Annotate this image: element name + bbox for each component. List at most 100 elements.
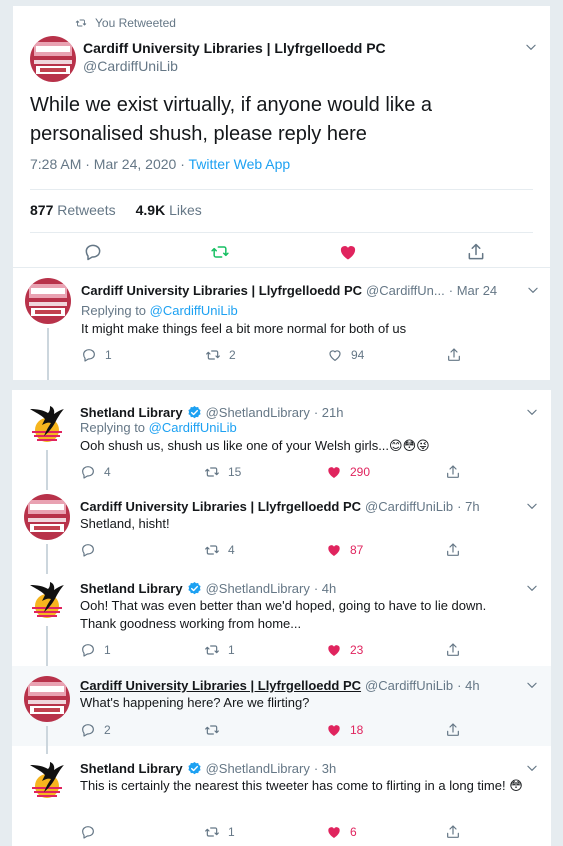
retweet-icon [204, 722, 220, 738]
tweet-time[interactable]: · 7h [457, 499, 479, 514]
author-handle[interactable]: @ShetlandLibrary [206, 761, 310, 776]
retweet-button[interactable] [210, 242, 230, 262]
retweet-button[interactable]: 4 [204, 542, 235, 558]
share-button[interactable] [445, 722, 461, 738]
reply-tweet[interactable]: Cardiff University Libraries | Llyfrgell… [12, 666, 551, 754]
likes-stat[interactable]: 4.9K Likes [136, 202, 202, 218]
share-icon [445, 642, 461, 658]
reply-button[interactable]: 1 [81, 347, 112, 363]
tweet-text: Ooh! That was even better than we'd hope… [80, 598, 487, 631]
conversation-thread: Shetland Library @ShetlandLibrary · 21h … [12, 390, 551, 846]
author-handle[interactable]: @ShetlandLibrary [206, 581, 310, 596]
reply-button[interactable]: 2 [80, 722, 111, 738]
reply-tweet[interactable]: Shetland Library @ShetlandLibrary · 4h O… [12, 566, 551, 674]
reply-button[interactable]: 1 [80, 642, 111, 658]
like-button[interactable]: 87 [326, 542, 363, 558]
like-button[interactable]: 94 [327, 347, 364, 363]
author-name[interactable]: Cardiff University Libraries | Llyfrgell… [80, 678, 361, 693]
reply-button[interactable]: 4 [80, 464, 111, 480]
author-handle[interactable]: @CardiffUniLib [365, 499, 453, 514]
tweet-text: Shetland, hisht! [80, 516, 170, 531]
avatar[interactable] [25, 278, 71, 324]
author-name[interactable]: Shetland Library [80, 761, 183, 776]
chevron-down-icon[interactable] [525, 499, 539, 513]
chevron-down-icon[interactable] [525, 678, 539, 692]
retweet-notice: You Retweeted [75, 16, 176, 30]
retweet-icon [204, 824, 220, 840]
retweet-button[interactable]: 15 [204, 464, 241, 480]
avatar[interactable] [30, 36, 76, 82]
tweet-time[interactable]: · 4h [457, 678, 479, 693]
reply-button[interactable] [80, 824, 104, 840]
author-handle[interactable]: @ShetlandLibrary [206, 405, 310, 420]
avatar[interactable] [24, 576, 70, 622]
like-button[interactable]: 23 [326, 642, 363, 658]
tweet-text: What's happening here? Are we flirting? [80, 695, 310, 710]
chevron-down-icon[interactable] [524, 40, 538, 54]
tweet-actions: 2 18 [80, 722, 480, 740]
avatar[interactable] [24, 756, 70, 802]
retweet-button[interactable] [204, 722, 228, 738]
retweet-button[interactable]: 1 [204, 824, 235, 840]
divider [30, 189, 533, 190]
share-button[interactable] [445, 464, 461, 480]
author-name[interactable]: Cardiff University Libraries | Llyfrgell… [81, 283, 362, 298]
tweet-actions: 1 6 [80, 824, 480, 842]
retweet-icon [75, 17, 87, 29]
avatar[interactable] [24, 676, 70, 722]
author-name[interactable]: Cardiff University Libraries | Llyfrgell… [80, 499, 361, 514]
retweet-icon [204, 542, 220, 558]
share-icon [446, 347, 462, 363]
mention-link[interactable]: @CardiffUniLib [150, 303, 238, 318]
reply-tweet[interactable]: Cardiff University Libraries | Llyfrgell… [12, 484, 551, 574]
chevron-down-icon[interactable] [526, 283, 540, 297]
author-name[interactable]: Shetland Library [80, 405, 183, 420]
heart-icon [326, 464, 342, 480]
tweet-time[interactable]: · 3h [314, 761, 336, 776]
avatar[interactable] [24, 494, 70, 540]
share-button[interactable] [446, 347, 462, 363]
divider [30, 232, 533, 233]
author-name[interactable]: Cardiff University Libraries | Llyfrgell… [83, 40, 386, 56]
tweet-time[interactable]: · Mar 24 [449, 283, 497, 298]
author-handle[interactable]: @CardiffUn... [366, 283, 445, 298]
reply-button[interactable] [80, 542, 104, 558]
heart-icon [326, 824, 342, 840]
avatar[interactable] [24, 400, 70, 446]
reply-tweet[interactable]: Shetland Library @ShetlandLibrary · 21h … [12, 390, 551, 490]
like-button[interactable] [338, 242, 358, 262]
share-button[interactable] [445, 824, 461, 840]
share-button[interactable] [466, 242, 486, 262]
reply-button[interactable] [83, 242, 103, 262]
tweet-time[interactable]: · 4h [314, 581, 336, 596]
reply-icon [80, 642, 96, 658]
heart-icon [338, 242, 358, 262]
share-button[interactable] [445, 542, 461, 558]
reply-tweet[interactable]: Cardiff University Libraries | Llyfrgell… [12, 268, 551, 381]
reply-icon [80, 542, 96, 558]
like-button[interactable]: 290 [326, 464, 370, 480]
like-button[interactable]: 6 [326, 824, 357, 840]
retweet-button[interactable]: 1 [204, 642, 235, 658]
tweet-client-link[interactable]: Twitter Web App [189, 156, 291, 172]
reply-tweet[interactable]: Shetland Library @ShetlandLibrary · 3h T… [12, 746, 551, 846]
reply-icon [80, 464, 96, 480]
retweets-stat[interactable]: 877 Retweets [30, 202, 116, 218]
verified-badge-icon [187, 405, 202, 420]
share-button[interactable] [445, 642, 461, 658]
like-button[interactable]: 18 [326, 722, 363, 738]
chevron-down-icon[interactable] [525, 761, 539, 775]
tweet-text: This is certainly the nearest this tweet… [80, 778, 523, 793]
heart-icon [327, 347, 343, 363]
tweet-timestamp[interactable]: 7:28 AM · Mar 24, 2020 · [30, 156, 189, 172]
author-handle[interactable]: @CardiffUniLib [365, 678, 453, 693]
heart-icon [326, 542, 342, 558]
author-handle[interactable]: @CardiffUniLib [83, 58, 178, 74]
reply-icon [80, 722, 96, 738]
tweet-time[interactable]: · 21h [314, 405, 344, 420]
chevron-down-icon[interactable] [525, 405, 539, 419]
retweet-button[interactable]: 2 [205, 347, 236, 363]
mention-link[interactable]: @CardiffUniLib [149, 420, 237, 435]
chevron-down-icon[interactable] [525, 581, 539, 595]
author-name[interactable]: Shetland Library [80, 581, 183, 596]
